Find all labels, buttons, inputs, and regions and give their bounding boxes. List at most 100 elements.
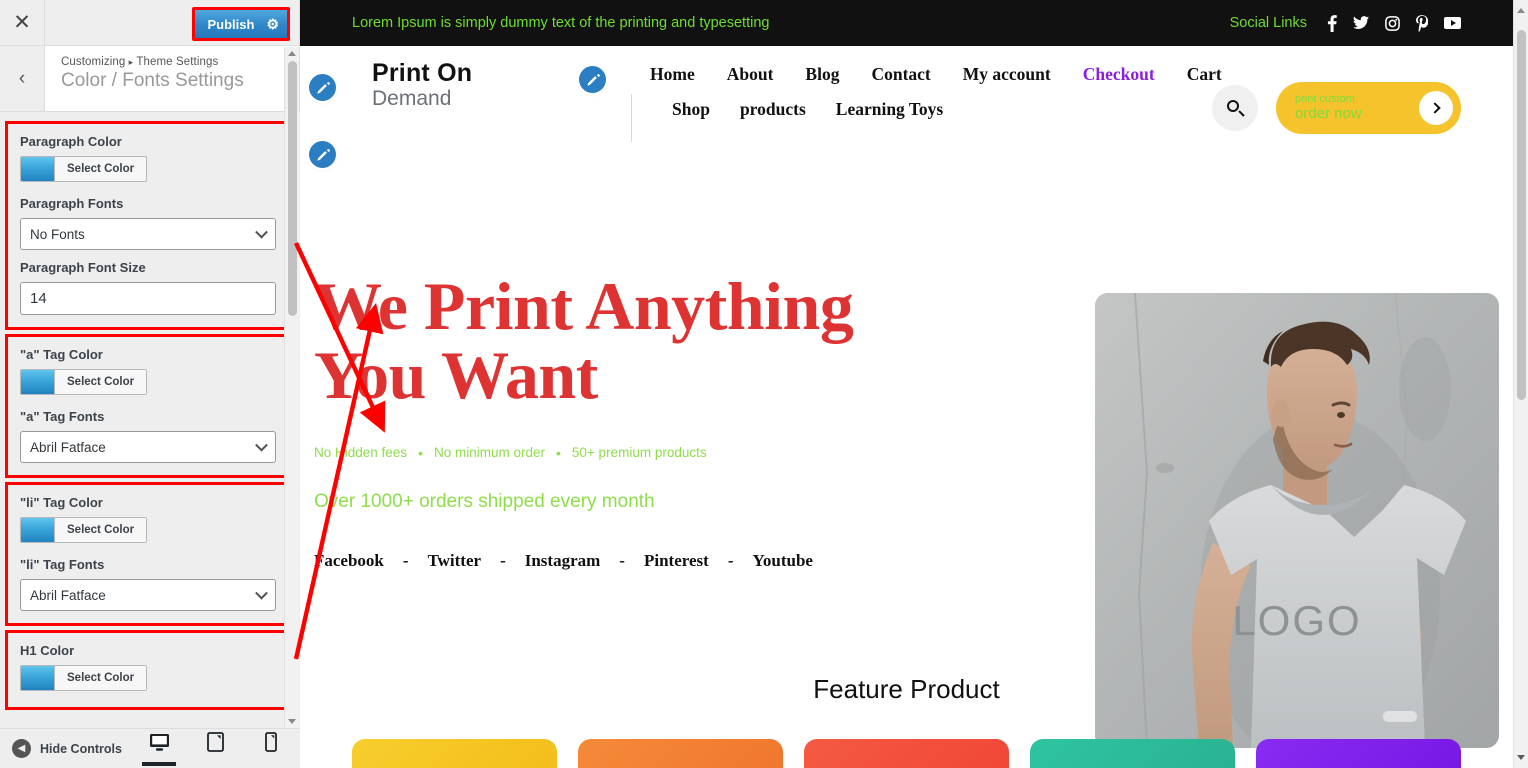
a-tag-color-picker-button[interactable]: Select Color (20, 369, 148, 395)
nav-item-learning-toys[interactable]: Learning Toys (836, 99, 943, 120)
cta-text: print custom order now (1295, 93, 1362, 122)
nav-item-products[interactable]: products (740, 99, 806, 120)
customizer-scrollbar[interactable] (284, 47, 299, 728)
mobile-icon (265, 731, 277, 756)
chevron-right-icon (1419, 91, 1453, 125)
scrollbar-thumb[interactable] (1517, 30, 1526, 400)
publish-highlight-box: Publish ⚙ (192, 7, 290, 41)
site-header: Print On Demand Home About Blog Contact … (300, 46, 1513, 168)
topbar-message: Lorem Ipsum is simply dummy text of the … (352, 15, 770, 31)
cta-line1: print custom (1295, 93, 1355, 106)
hide-controls-button[interactable]: ◀ Hide Controls (0, 739, 122, 758)
li-tag-fonts-select[interactable]: Abril Fatface (20, 579, 276, 611)
tablet-icon (206, 731, 224, 756)
control-group-h1: H1 Color Select Color (5, 630, 291, 710)
nav-item-shop[interactable]: Shop (672, 99, 710, 120)
hero-subtitle: Over 1000+ orders shipped every month (314, 490, 655, 512)
customizer-header: ✕ Publish ⚙ (0, 0, 299, 46)
color-swatch (21, 370, 55, 394)
scroll-down-arrow-icon[interactable] (288, 719, 296, 724)
breadcrumb-parent[interactable]: Theme Settings (136, 56, 218, 68)
nav-item-blog[interactable]: Blog (805, 64, 839, 85)
feature-card-purple[interactable] (1256, 739, 1461, 768)
feature-card-red[interactable] (804, 739, 1009, 768)
nav-item-contact[interactable]: Contact (871, 64, 930, 85)
active-device-indicator (198, 762, 232, 766)
instagram-icon[interactable] (1385, 15, 1400, 31)
hero-social-pinterest[interactable]: Pinterest (644, 551, 709, 571)
gear-icon[interactable]: ⚙ (266, 17, 279, 31)
customizer-title-bar: ‹ Customizing ▸ Theme Settings Color / F… (0, 46, 299, 112)
a-tag-fonts-value: Abril Fatface (30, 439, 106, 455)
a-tag-fonts-select[interactable]: Abril Fatface (20, 431, 276, 463)
device-desktop-button[interactable] (142, 733, 176, 766)
nav-item-checkout[interactable]: Checkout (1083, 64, 1155, 85)
feature-product-cards (300, 705, 1513, 768)
twitter-icon[interactable] (1353, 16, 1369, 30)
nav-item-about[interactable]: About (727, 64, 774, 85)
control-label-a-tag-fonts: "a" Tag Fonts (20, 409, 105, 424)
li-tag-color-picker-button[interactable]: Select Color (20, 517, 148, 543)
nav-item-my-account[interactable]: My account (963, 64, 1051, 85)
nav-item-home[interactable]: Home (650, 64, 695, 85)
feature-card-yellow[interactable] (352, 739, 557, 768)
device-mobile-button[interactable] (254, 731, 288, 766)
color-swatch (21, 666, 55, 690)
page-title: Color / Fonts Settings (61, 70, 244, 91)
paragraph-color-picker-button[interactable]: Select Color (20, 156, 148, 182)
preview-scrollbar[interactable] (1513, 0, 1528, 768)
nav-row-primary: Home About Blog Contact My account Check… (650, 64, 1222, 85)
wp-customizer-panel: ✕ Publish ⚙ ‹ Customizing ▸ Theme Settin… (0, 0, 300, 768)
control-label-h1-color: H1 Color (20, 643, 75, 658)
scroll-down-arrow-icon[interactable] (1517, 755, 1525, 760)
customizer-footer: ◀ Hide Controls (0, 728, 300, 768)
edit-shortcut-tagline-icon[interactable] (309, 141, 336, 168)
active-device-indicator (254, 762, 288, 766)
edit-shortcut-menu-icon[interactable] (579, 66, 606, 93)
search-button[interactable] (1212, 85, 1258, 131)
publish-button[interactable]: Publish ⚙ (195, 10, 287, 38)
feature-card-teal[interactable] (1030, 739, 1235, 768)
feature-card-orange[interactable] (578, 739, 783, 768)
social-links-label: Social Links (1229, 15, 1307, 31)
device-tablet-button[interactable] (198, 731, 232, 766)
nav-row-secondary: Shop products Learning Toys (650, 99, 1210, 120)
h1-color-picker-button[interactable]: Select Color (20, 665, 148, 691)
hero-social-twitter[interactable]: Twitter (428, 551, 482, 571)
hero-bullet-1: No Hidden fees (314, 445, 408, 461)
social-icon-row (1327, 14, 1461, 32)
facebook-icon[interactable] (1327, 14, 1337, 32)
hero-social-facebook[interactable]: Facebook (314, 551, 384, 571)
scroll-up-arrow-icon[interactable] (288, 51, 296, 56)
hero-bullet-list: No Hidden fees • No minimum order • 50+ … (314, 445, 934, 461)
control-label-a-tag-color: "a" Tag Color (20, 347, 103, 362)
site-branding[interactable]: Print On Demand (372, 60, 472, 111)
nav-divider (631, 94, 632, 142)
publish-button-label: Publish (207, 16, 255, 32)
control-label-paragraph-font-size: Paragraph Font Size (20, 260, 146, 275)
breadcrumb-root: Customizing (61, 56, 126, 68)
header-actions: print custom order now (1212, 82, 1461, 134)
paragraph-fonts-select[interactable]: No Fonts (20, 218, 276, 250)
active-device-indicator (142, 761, 176, 766)
edit-shortcut-logo-icon[interactable] (309, 74, 336, 101)
site-title: Print On (372, 59, 473, 87)
bullet-dot-icon: • (556, 444, 561, 461)
close-icon[interactable]: ✕ (0, 0, 45, 45)
primary-navigation: Home About Blog Contact My account Check… (650, 54, 1222, 120)
scrollbar-thumb[interactable] (288, 61, 297, 316)
topbar-social: Social Links (1230, 0, 1461, 46)
feature-product-title: Feature Product (813, 674, 1000, 704)
hero-social-instagram[interactable]: Instagram (525, 551, 601, 571)
paragraph-font-size-input[interactable] (20, 282, 276, 315)
hero-social-youtube[interactable]: Youtube (752, 551, 812, 571)
select-color-label: Select Color (55, 370, 147, 394)
order-now-cta-button[interactable]: print custom order now (1276, 82, 1461, 134)
scroll-up-arrow-icon[interactable] (1517, 8, 1525, 13)
color-swatch (21, 157, 55, 181)
youtube-icon[interactable] (1444, 17, 1461, 29)
pinterest-icon[interactable] (1416, 14, 1428, 32)
social-separator: - (402, 550, 409, 570)
chevron-left-icon[interactable]: ‹ (0, 46, 45, 111)
feature-product-section: Feature Product (300, 668, 1513, 768)
